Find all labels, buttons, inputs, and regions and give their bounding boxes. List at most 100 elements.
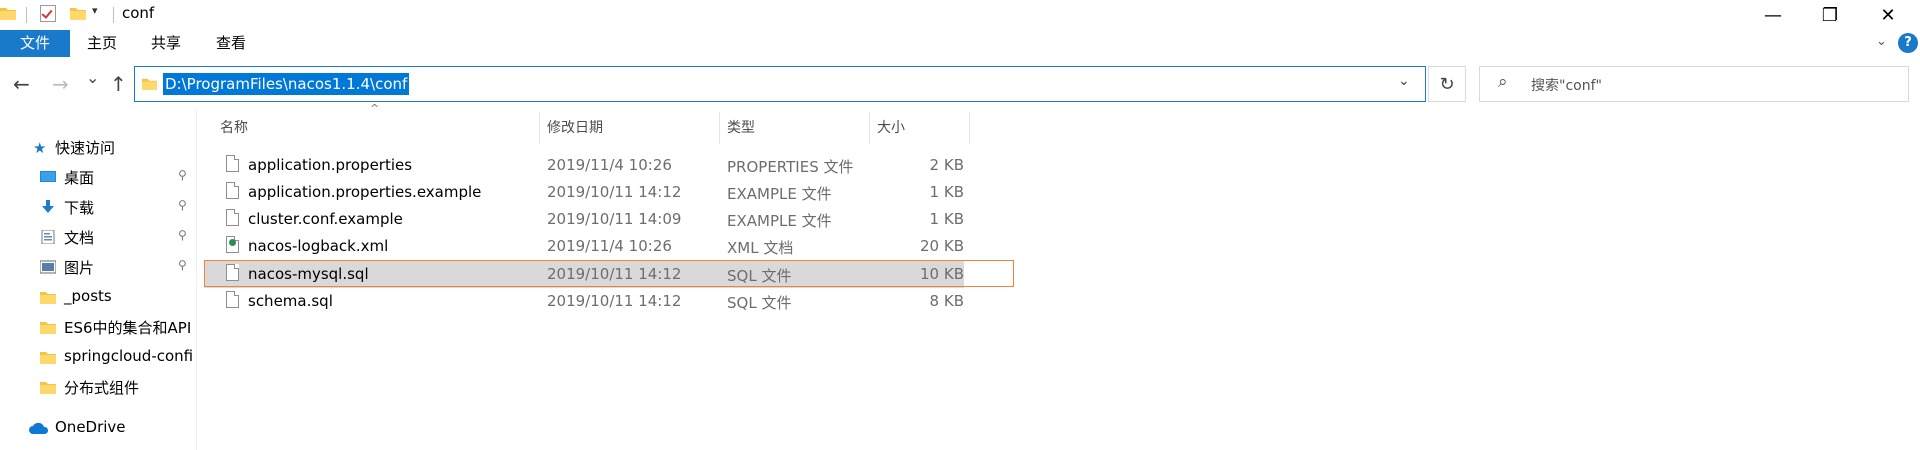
new-folder-icon[interactable] — [70, 6, 86, 20]
desktop-icon — [40, 171, 56, 182]
file-size: 1 KB — [929, 210, 964, 228]
maximize-icon: ❐ — [1821, 4, 1839, 26]
folder-icon — [40, 292, 56, 304]
folder-icon — [40, 322, 56, 334]
pin-icon[interactable]: ⚲ — [178, 258, 187, 272]
tab-view[interactable]: 查看 — [207, 30, 255, 57]
file-name: application.properties.example — [248, 183, 482, 201]
close-button[interactable]: ✕ — [1858, 0, 1918, 30]
file-size: 20 KB — [920, 237, 964, 255]
file-name: schema.sql — [248, 292, 333, 310]
column-divider[interactable] — [869, 112, 870, 144]
up-button[interactable]: ↑ — [110, 72, 127, 96]
column-divider[interactable] — [539, 112, 540, 144]
file-type: PROPERTIES 文件 — [727, 158, 854, 176]
column-header-date[interactable]: 修改日期 — [547, 112, 717, 144]
close-icon: ✕ — [1880, 4, 1896, 26]
tab-file[interactable]: 文件 — [0, 30, 70, 57]
folder-icon — [142, 78, 157, 90]
pin-icon[interactable]: ⚲ — [178, 228, 187, 242]
file-type: SQL 文件 — [727, 294, 792, 312]
file-date: 2019/10/11 14:12 — [547, 265, 682, 283]
file-size: 1 KB — [929, 183, 964, 201]
customize-toolbar-dropdown-icon[interactable]: ▾ — [92, 4, 98, 17]
file-size: 8 KB — [929, 292, 964, 310]
file-row[interactable]: nacos-logback.xml 2019/11/4 10:26 XML 文档… — [204, 233, 1014, 260]
column-header-size[interactable]: 大小 — [877, 112, 967, 144]
sidebar-item-documents[interactable]: 文档 ⚲ — [0, 222, 196, 252]
file-date: 2019/11/4 10:26 — [547, 156, 672, 174]
back-button[interactable]: ← — [13, 72, 30, 96]
forward-button[interactable]: → — [52, 72, 69, 96]
file-icon — [226, 209, 239, 226]
file-icon — [226, 155, 239, 172]
sidebar-item-label: 下载 — [64, 199, 95, 217]
address-dropdown-icon[interactable]: ⌄ — [1398, 73, 1410, 89]
file-name: cluster.conf.example — [248, 210, 403, 228]
file-name: nacos-mysql.sql — [248, 265, 369, 283]
file-date: 2019/11/4 10:26 — [547, 237, 672, 255]
tab-home[interactable]: 主页 — [78, 30, 126, 57]
pin-icon[interactable]: ⚲ — [178, 198, 187, 212]
separator — [26, 7, 27, 23]
sidebar-item-pictures[interactable]: 图片 ⚲ — [0, 252, 196, 282]
properties-icon[interactable] — [40, 5, 56, 22]
cloud-icon — [29, 422, 49, 434]
sidebar-item-desktop[interactable]: 桌面 ⚲ — [0, 162, 196, 192]
file-row[interactable]: schema.sql 2019/10/11 14:12 SQL 文件 8 KB — [204, 288, 1014, 315]
address-path[interactable]: D:\ProgramFiles\nacos1.1.4\conf — [163, 73, 410, 95]
sidebar-item-label: ES6中的集合和API — [64, 319, 192, 337]
file-row[interactable]: application.properties 2019/11/4 10:26 P… — [204, 152, 1014, 179]
expand-ribbon-icon[interactable]: ⌄ — [1876, 34, 1887, 49]
sidebar-item-label: 文档 — [64, 229, 95, 247]
file-row[interactable]: application.properties.example 2019/10/1… — [204, 179, 1014, 206]
minimize-button[interactable]: — — [1743, 0, 1803, 30]
sidebar-item-label: 快速访问 — [55, 139, 116, 157]
column-divider[interactable] — [969, 112, 970, 144]
column-header-name[interactable]: 名称 — [220, 112, 538, 144]
maximize-button[interactable]: ❐ — [1800, 0, 1860, 30]
file-date: 2019/10/11 14:12 — [547, 292, 682, 310]
folder-icon — [40, 382, 56, 394]
recent-locations-button[interactable]: ⌄ — [86, 68, 99, 87]
column-divider[interactable] — [719, 112, 720, 144]
file-date: 2019/10/11 14:09 — [547, 210, 682, 228]
search-input[interactable]: 搜索"conf" — [1531, 75, 1602, 95]
file-name: application.properties — [248, 156, 413, 174]
file-row-selected[interactable]: nacos-mysql.sql 2019/10/11 14:12 SQL 文件 … — [204, 260, 1014, 288]
file-type: EXAMPLE 文件 — [727, 185, 832, 203]
star-icon: ★ — [33, 139, 47, 157]
file-row[interactable]: cluster.conf.example 2019/10/11 14:09 EX… — [204, 206, 1014, 233]
pictures-icon — [40, 260, 56, 274]
sidebar-item-onedrive[interactable]: OneDrive — [0, 413, 196, 443]
sidebar-item-label: 分布式组件 — [64, 379, 140, 397]
download-icon — [42, 200, 54, 213]
file-size: 10 KB — [920, 265, 964, 283]
column-header-type[interactable]: 类型 — [727, 112, 867, 144]
sidebar-item-springcloud[interactable]: springcloud-confi — [0, 342, 196, 372]
refresh-button[interactable]: ↻ — [1428, 66, 1466, 102]
title-bar: ▾ conf — ❐ ✕ — [0, 0, 1920, 30]
sidebar-item-label: springcloud-confi — [64, 347, 194, 365]
documents-icon — [41, 230, 55, 244]
window-title: conf — [122, 4, 155, 22]
tab-share[interactable]: 共享 — [142, 30, 190, 57]
file-type: SQL 文件 — [727, 267, 792, 285]
pin-icon[interactable]: ⚲ — [178, 168, 187, 182]
sidebar-item-label: _posts — [64, 287, 112, 305]
sidebar-item-distributed[interactable]: 分布式组件 — [0, 372, 196, 402]
xml-file-icon — [226, 236, 239, 253]
file-type: XML 文档 — [727, 239, 794, 257]
sidebar-item-label: OneDrive — [55, 418, 126, 436]
sidebar-item-quick-access[interactable]: ★ 快速访问 — [0, 132, 196, 162]
refresh-icon: ↻ — [1439, 73, 1455, 95]
sidebar-item-downloads[interactable]: 下载 ⚲ — [0, 192, 196, 222]
search-icon: ⌕ — [1498, 72, 1508, 92]
file-type: EXAMPLE 文件 — [727, 212, 832, 230]
folder-icon — [40, 352, 56, 364]
sidebar-item-posts[interactable]: _posts — [0, 282, 196, 312]
sidebar-item-es6[interactable]: ES6中的集合和API — [0, 312, 196, 342]
file-icon — [226, 291, 239, 308]
minimize-icon: — — [1764, 4, 1782, 26]
help-button[interactable]: ? — [1898, 33, 1918, 53]
